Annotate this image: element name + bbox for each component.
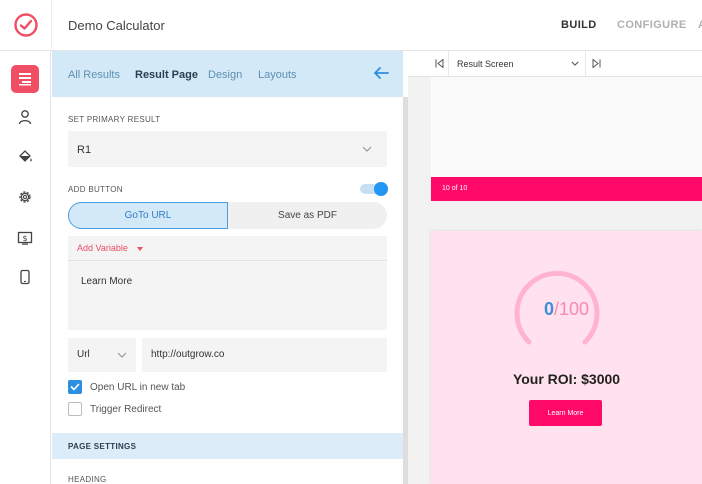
rail-item-pricing[interactable]: $ [11,224,39,252]
page-settings-section[interactable]: PAGE SETTINGS [52,433,403,459]
progress-bar: 10 of 10 [431,177,702,201]
goto-url-option[interactable]: GoTo URL [68,202,228,229]
trigger-redirect-checkbox[interactable] [68,402,82,416]
result-card: 0/100 Your ROI: $3000 Learn More [431,231,702,484]
tab-overflow[interactable]: A [698,19,702,31]
screen-select[interactable]: Result Screen [449,51,586,77]
gear-icon [19,191,31,203]
button-action-segmented-control: GoTo URL Save as PDF [68,202,387,229]
url-type-select[interactable]: Url [68,338,136,372]
paint-bucket-icon [19,150,32,162]
tab-build[interactable]: BUILD [561,19,597,31]
tab-layouts[interactable]: Layouts [258,69,297,81]
tab-result-page[interactable]: Result Page [135,69,198,81]
url-input[interactable]: http://outgrow.co [142,338,387,372]
url-type-value: Url [77,349,90,360]
tab-configure[interactable]: CONFIGURE [617,19,687,31]
editor-divider [68,260,387,261]
trigger-redirect-label: Trigger Redirect [90,403,162,415]
checkmark-icon [70,383,80,391]
score-value: 0 [543,299,554,319]
outgrow-logo-icon[interactable] [13,12,39,38]
top-bar: Demo Calculator BUILD CONFIGURE A [0,0,702,51]
screen-select-value: Result Screen [457,59,514,69]
caret-down-icon [137,247,143,251]
primary-result-select[interactable]: R1 [68,131,387,167]
next-screen-button[interactable] [586,51,606,77]
skip-previous-icon [435,59,444,68]
topbar-divider [51,0,52,51]
left-icon-rail: $ [0,51,51,484]
rail-item-results[interactable] [11,65,39,93]
toggle-knob [374,182,388,196]
roi-text: Your ROI: $3000 [512,371,621,387]
primary-result-label: SET PRIMARY RESULT [68,115,161,124]
app-root: Demo Calculator BUILD CONFIGURE A [0,0,702,484]
add-variable-dropdown[interactable]: Add Variable [77,243,128,253]
svg-text:$: $ [22,234,27,243]
panel-tab-bar: All Results Result Page Design Layouts [52,51,403,97]
button-text-editor[interactable]: Add Variable Learn More [68,236,387,330]
learn-more-button[interactable]: Learn More [529,400,602,426]
rail-item-users[interactable] [11,103,39,131]
trigger-redirect-row: Trigger Redirect [68,402,161,416]
skip-next-icon [592,59,601,68]
chevron-down-icon [571,61,579,66]
user-icon [18,110,32,125]
results-layout-icon [19,73,31,86]
preview-area: Result Screen 10 of 10 0/100 Your ROI: $… [408,51,702,484]
progress-text: 10 of 10 [442,185,468,192]
page-settings-label: PAGE SETTINGS [68,442,137,451]
rail-item-design[interactable] [11,143,39,171]
app-title: Demo Calculator [68,18,165,33]
chevron-down-icon [117,352,127,358]
mobile-icon [20,269,30,285]
button-text-value: Learn More [81,276,133,287]
score-max: /100 [553,299,590,319]
score-display: 0/100 [431,299,702,320]
save-as-pdf-option[interactable]: Save as PDF [228,202,387,229]
url-value: http://outgrow.co [151,349,225,360]
open-new-tab-row: Open URL in new tab [68,380,185,394]
back-arrow-icon[interactable] [373,66,389,80]
rail-item-mobile[interactable] [11,263,39,291]
tab-design[interactable]: Design [208,69,242,81]
preview-toolbar: Result Screen [408,51,702,77]
dollar-screen-icon: $ [17,231,33,245]
tab-all-results[interactable]: All Results [68,69,120,81]
heading-label: HEADING [68,475,107,484]
rail-item-settings[interactable] [11,183,39,211]
add-button-label: ADD BUTTON [68,185,123,194]
primary-result-value: R1 [77,144,92,156]
open-new-tab-label: Open URL in new tab [90,381,186,393]
open-new-tab-checkbox[interactable] [68,380,82,394]
previous-screen-button[interactable] [431,51,449,77]
add-button-toggle[interactable] [360,181,388,197]
previous-screen-card [431,77,702,177]
chevron-down-icon [362,146,372,152]
result-settings-panel: All Results Result Page Design Layouts S… [52,51,403,484]
